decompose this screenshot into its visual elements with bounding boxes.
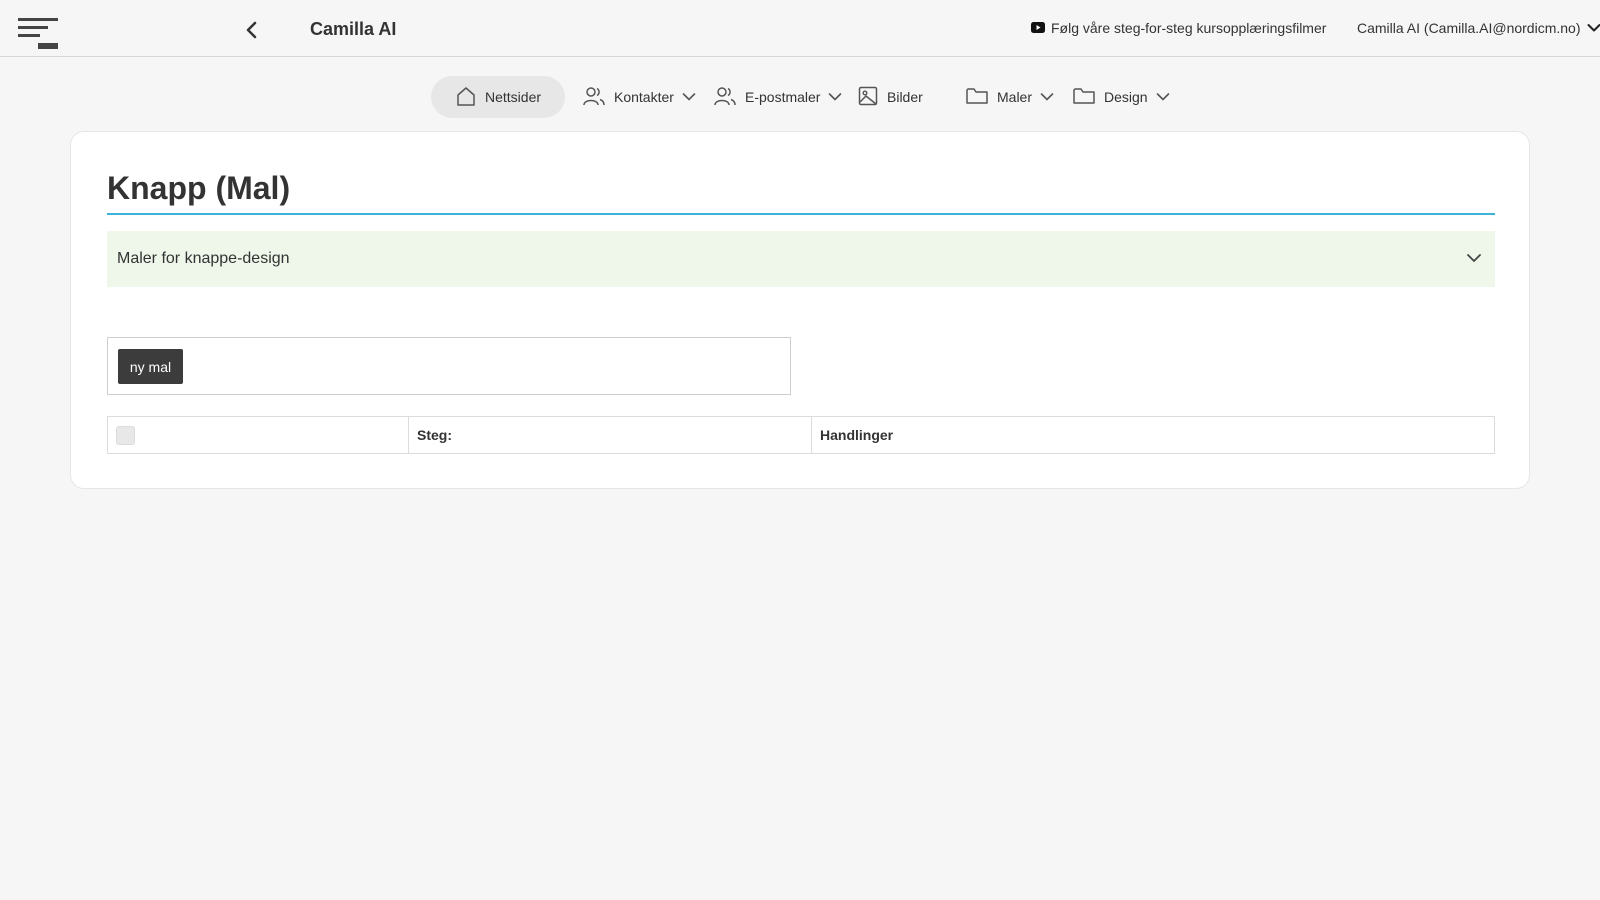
user-menu[interactable]: Camilla AI (Camilla.AI@nordicm.no) [1357,20,1600,36]
nav-item-label: Design [1104,89,1148,105]
tutorial-link-label: Følg våre steg-for-steg kursopplæringsfi… [1051,20,1327,36]
nav-item-bilder[interactable]: Bilder [857,76,923,118]
table-header-steg: Steg: [409,417,812,453]
main-nav: Nettsider Kontakter E-postmaler Bilder M… [0,76,1600,118]
nav-item-e-postmaler[interactable]: E-postmaler [713,76,842,118]
chevron-down-icon [682,89,696,105]
chevron-down-icon [1156,89,1170,105]
chevron-down-icon [1040,89,1054,105]
content-card: Knapp (Mal) Maler for knappe-design ny m… [70,131,1530,489]
image-icon [857,85,879,110]
nav-item-label: Maler [997,89,1033,105]
home-icon [455,85,477,110]
table-header-handlinger: Handlinger [820,427,894,443]
hamburger-menu-icon[interactable] [18,16,60,52]
templates-table: Steg: Handlinger [107,416,1495,454]
title-divider [107,213,1495,215]
tutorial-videos-link[interactable]: Følg våre steg-for-steg kursopplæringsfi… [1031,20,1326,36]
nav-item-maler[interactable]: Maler [965,76,1054,118]
chevron-down-icon [1465,249,1483,272]
nav-item-nettsider[interactable]: Nettsider [431,76,566,118]
nav-item-kontakter[interactable]: Kontakter [582,76,696,118]
nav-item-design[interactable]: Design [1072,76,1170,118]
table-header-select [108,417,409,453]
folder-icon [965,85,989,110]
accordion-label: Maler for knappe-design [117,250,290,267]
nav-item-label: Bilder [887,89,923,105]
top-bar: Camilla AI Følg våre steg-for-steg kurso… [0,0,1600,57]
accordion-header[interactable]: Maler for knappe-design [107,231,1495,287]
chevron-down-icon [828,89,842,105]
nav-item-label: Kontakter [614,89,674,105]
back-chevron-icon[interactable] [240,18,264,42]
users-icon [713,85,737,110]
page-title: Knapp (Mal) [107,170,291,206]
select-all-checkbox[interactable] [116,425,135,445]
folder-icon [1072,85,1096,110]
nav-item-label: Nettsider [485,89,542,105]
users-icon [582,85,606,110]
app-title: Camilla AI [310,19,397,39]
youtube-icon [1031,20,1045,36]
toolbar: ny mal [107,337,791,395]
new-template-button[interactable]: ny mal [118,349,183,384]
nav-item-label: E-postmaler [745,89,821,105]
user-menu-label: Camilla AI (Camilla.AI@nordicm.no) [1357,20,1581,36]
chevron-down-icon [1587,20,1600,36]
